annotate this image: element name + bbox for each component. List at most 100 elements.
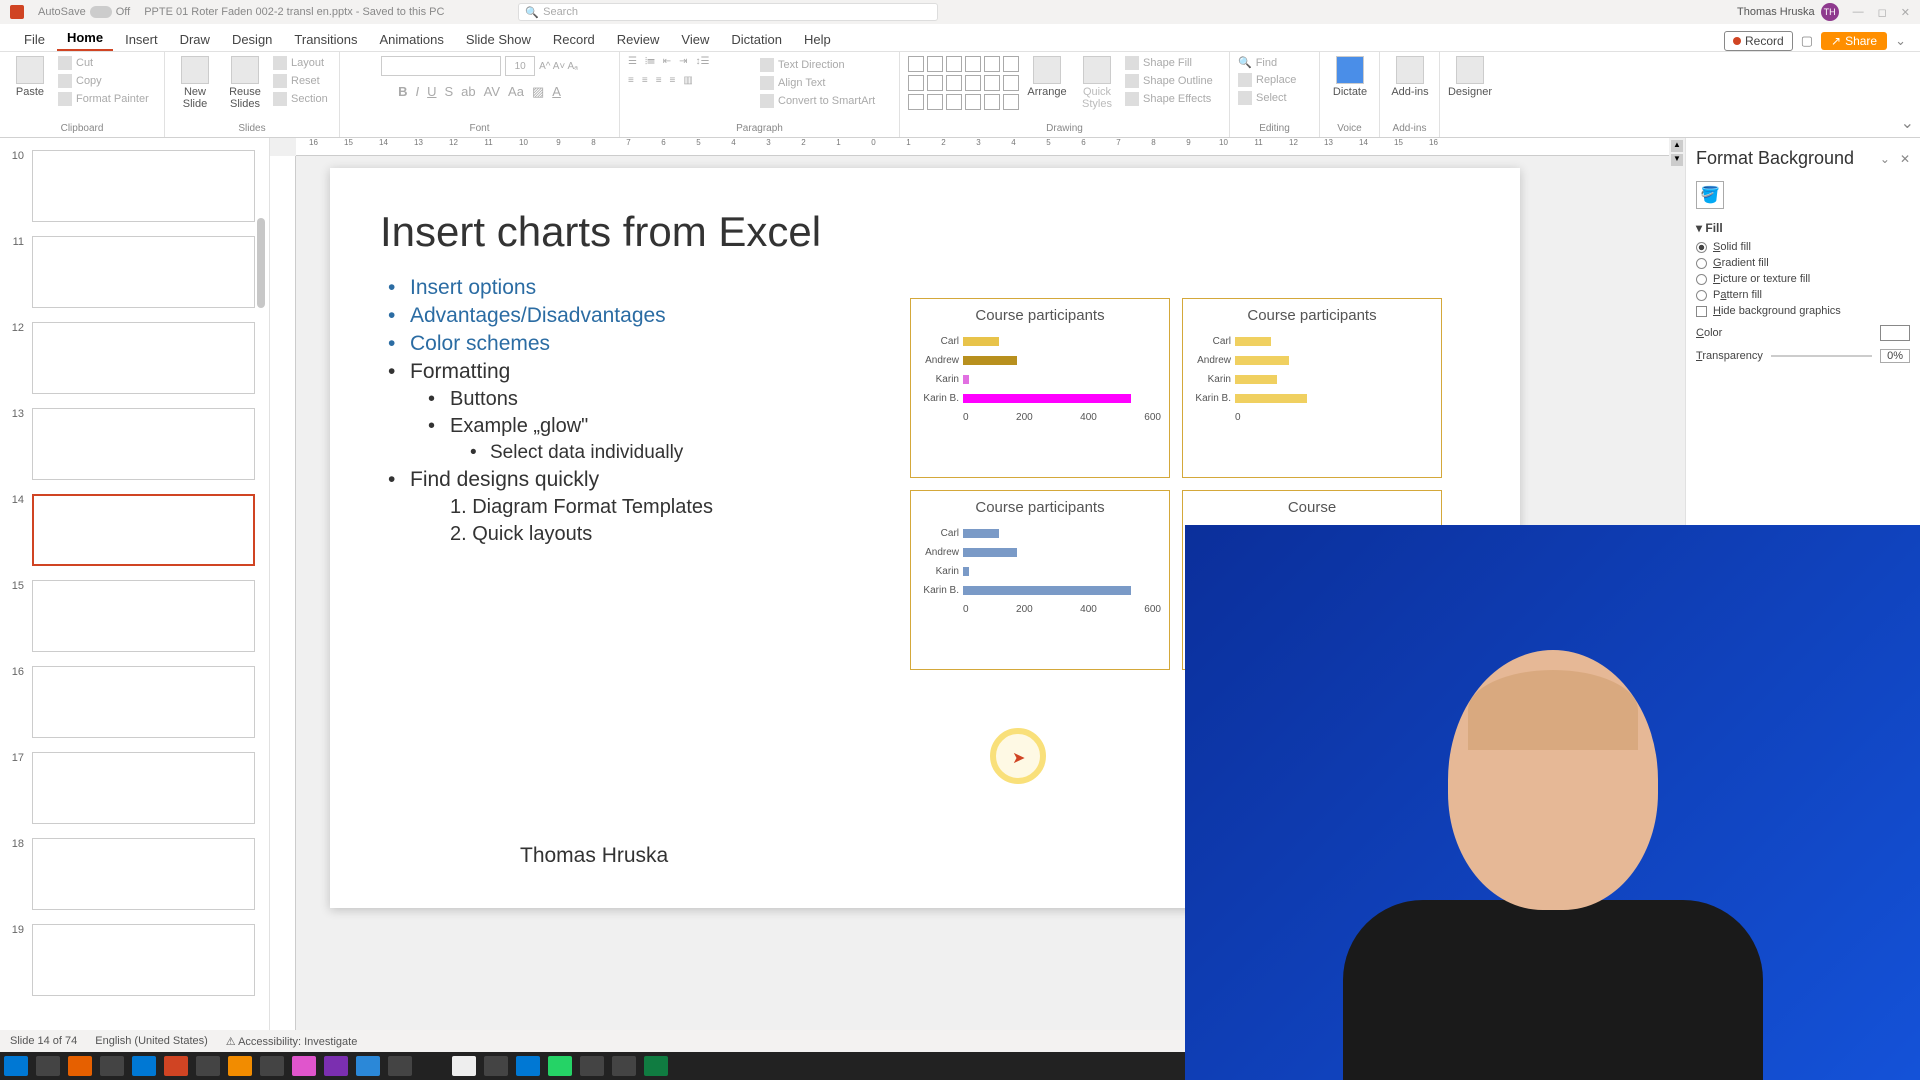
author-text[interactable]: Thomas Hruska xyxy=(520,844,668,868)
taskbar-obs-icon[interactable] xyxy=(420,1056,444,1076)
tab-file[interactable]: File xyxy=(14,28,55,51)
indent-dec-button[interactable]: ⇤ xyxy=(663,56,671,67)
fill-tab-icon[interactable]: 🪣 xyxy=(1696,181,1724,209)
slide-thumbnail[interactable]: 10 xyxy=(4,150,255,222)
taskbar-app-icon[interactable] xyxy=(484,1056,508,1076)
window-close-icon[interactable]: ✕ xyxy=(1901,6,1910,19)
tab-design[interactable]: Design xyxy=(222,28,282,51)
slide-thumbnail[interactable]: 13 xyxy=(4,408,255,480)
tab-draw[interactable]: Draw xyxy=(170,28,220,51)
slide-thumbnail[interactable]: 17 xyxy=(4,752,255,824)
collapse-ribbon-icon[interactable]: ⌄ xyxy=(1895,33,1906,49)
addins-button[interactable]: Add-ins xyxy=(1388,56,1432,98)
font-family-select[interactable] xyxy=(381,56,501,76)
record-button[interactable]: Record xyxy=(1724,31,1793,51)
arrange-button[interactable]: Arrange xyxy=(1025,56,1069,98)
slide-thumbnail[interactable]: 19 xyxy=(4,924,255,996)
taskbar-vlc-icon[interactable] xyxy=(228,1056,252,1076)
taskbar-app-icon[interactable] xyxy=(612,1056,636,1076)
tab-review[interactable]: Review xyxy=(607,28,670,51)
tab-dictation[interactable]: Dictation xyxy=(721,28,792,51)
share-button[interactable]: ↗Share xyxy=(1821,32,1887,50)
designer-button[interactable]: Designer xyxy=(1448,56,1492,98)
slide-thumbnail[interactable]: 15 xyxy=(4,580,255,652)
collapse-ribbon-chevron-icon[interactable]: ⌄ xyxy=(1901,113,1914,133)
fontcolor-button[interactable]: A xyxy=(552,84,561,100)
text-direction-button[interactable]: Text Direction xyxy=(760,58,875,72)
chart-object[interactable]: Course participantsCarlAndrewKarinKarin … xyxy=(1182,298,1442,478)
search-input[interactable]: 🔍Search xyxy=(518,3,938,21)
find-button[interactable]: 🔍Find xyxy=(1238,56,1311,69)
user-account[interactable]: Thomas HruskaTH xyxy=(1737,3,1839,21)
bullets-button[interactable]: ☰ xyxy=(628,56,637,67)
transparency-slider[interactable] xyxy=(1771,355,1872,357)
taskbar-app-icon[interactable] xyxy=(388,1056,412,1076)
italic-button[interactable]: I xyxy=(415,84,419,100)
replace-button[interactable]: Replace xyxy=(1238,73,1311,87)
slide-title[interactable]: Insert charts from Excel xyxy=(380,208,1470,256)
slide-thumbnail[interactable]: 14 xyxy=(4,494,255,566)
tab-record[interactable]: Record xyxy=(543,28,605,51)
align-right-button[interactable]: ≡ xyxy=(656,75,662,86)
section-button[interactable]: Section xyxy=(273,92,328,106)
gradient-fill-radio[interactable]: Gradient fill xyxy=(1696,257,1910,269)
taskbar-app-icon[interactable] xyxy=(292,1056,316,1076)
spacing-button[interactable]: AV xyxy=(484,84,500,100)
layout-button[interactable]: Layout xyxy=(273,56,328,70)
taskbar-excel-icon[interactable] xyxy=(644,1056,668,1076)
strikethrough-button[interactable]: S xyxy=(445,84,454,100)
paste-button[interactable]: Paste xyxy=(8,56,52,98)
taskbar-explorer-icon[interactable] xyxy=(36,1056,60,1076)
pattern-fill-radio[interactable]: Pattern fill xyxy=(1696,289,1910,301)
bold-button[interactable]: B xyxy=(398,84,407,100)
chart-object[interactable]: Course participantsCarlAndrewKarinKarin … xyxy=(910,298,1170,478)
select-button[interactable]: Select xyxy=(1238,91,1311,105)
tab-animations[interactable]: Animations xyxy=(370,28,454,51)
reset-button[interactable]: Reset xyxy=(273,74,328,88)
window-minimize-icon[interactable]: — xyxy=(1853,6,1864,18)
taskbar-firefox-icon[interactable] xyxy=(68,1056,92,1076)
taskbar-chrome-icon[interactable] xyxy=(100,1056,124,1076)
new-slide-button[interactable]: New Slide xyxy=(173,56,217,110)
taskbar-onenote-icon[interactable] xyxy=(324,1056,348,1076)
present-icon[interactable]: ▢ xyxy=(1801,33,1813,49)
taskbar-app-icon[interactable] xyxy=(516,1056,540,1076)
bullet-item[interactable]: Insert options xyxy=(380,276,1470,300)
taskbar-app-icon[interactable] xyxy=(260,1056,284,1076)
transparency-value[interactable]: 0% xyxy=(1880,349,1910,363)
shapes-gallery[interactable] xyxy=(908,56,1019,110)
pane-close-icon[interactable]: ✕ xyxy=(1900,152,1910,166)
fill-section-header[interactable]: ▾ Fill xyxy=(1696,221,1910,235)
align-justify-button[interactable]: ≡ xyxy=(670,75,676,86)
linespacing-button[interactable]: ↕☰ xyxy=(696,56,710,67)
window-maximize-icon[interactable]: ◻ xyxy=(1878,6,1887,19)
pane-options-icon[interactable]: ⌄ xyxy=(1880,152,1890,166)
slide-counter[interactable]: Slide 14 of 74 xyxy=(10,1035,77,1047)
shape-effects-button[interactable]: Shape Effects xyxy=(1125,92,1213,106)
tab-view[interactable]: View xyxy=(671,28,719,51)
format-painter-button[interactable]: Format Painter xyxy=(58,92,149,106)
quick-styles-button[interactable]: Quick Styles xyxy=(1075,56,1119,110)
font-size-select[interactable]: 10 xyxy=(505,56,535,76)
tab-insert[interactable]: Insert xyxy=(115,28,168,51)
autosave-toggle[interactable]: AutoSaveOff xyxy=(38,6,130,18)
dictate-button[interactable]: Dictate xyxy=(1328,56,1372,98)
taskbar-app-icon[interactable] xyxy=(580,1056,604,1076)
align-text-button[interactable]: Align Text xyxy=(760,76,875,90)
shape-outline-button[interactable]: Shape Outline xyxy=(1125,74,1213,88)
slide-thumbnail[interactable]: 12 xyxy=(4,322,255,394)
chart-object[interactable]: Course participantsCarlAndrewKarinKarin … xyxy=(910,490,1170,670)
indent-inc-button[interactable]: ⇥ xyxy=(679,56,687,67)
shadow-button[interactable]: ab xyxy=(461,84,475,100)
color-picker[interactable] xyxy=(1880,325,1910,341)
cut-button[interactable]: Cut xyxy=(58,56,149,70)
picture-fill-radio[interactable]: Picture or texture fill xyxy=(1696,273,1910,285)
slide-thumbnail[interactable]: 16 xyxy=(4,666,255,738)
taskbar-app-icon[interactable] xyxy=(196,1056,220,1076)
columns-button[interactable]: ▥ xyxy=(683,75,692,86)
tab-help[interactable]: Help xyxy=(794,28,841,51)
smartart-button[interactable]: Convert to SmartArt xyxy=(760,94,875,108)
copy-button[interactable]: Copy xyxy=(58,74,149,88)
slide-thumbnail[interactable]: 18 xyxy=(4,838,255,910)
reuse-slides-button[interactable]: Reuse Slides xyxy=(223,56,267,110)
